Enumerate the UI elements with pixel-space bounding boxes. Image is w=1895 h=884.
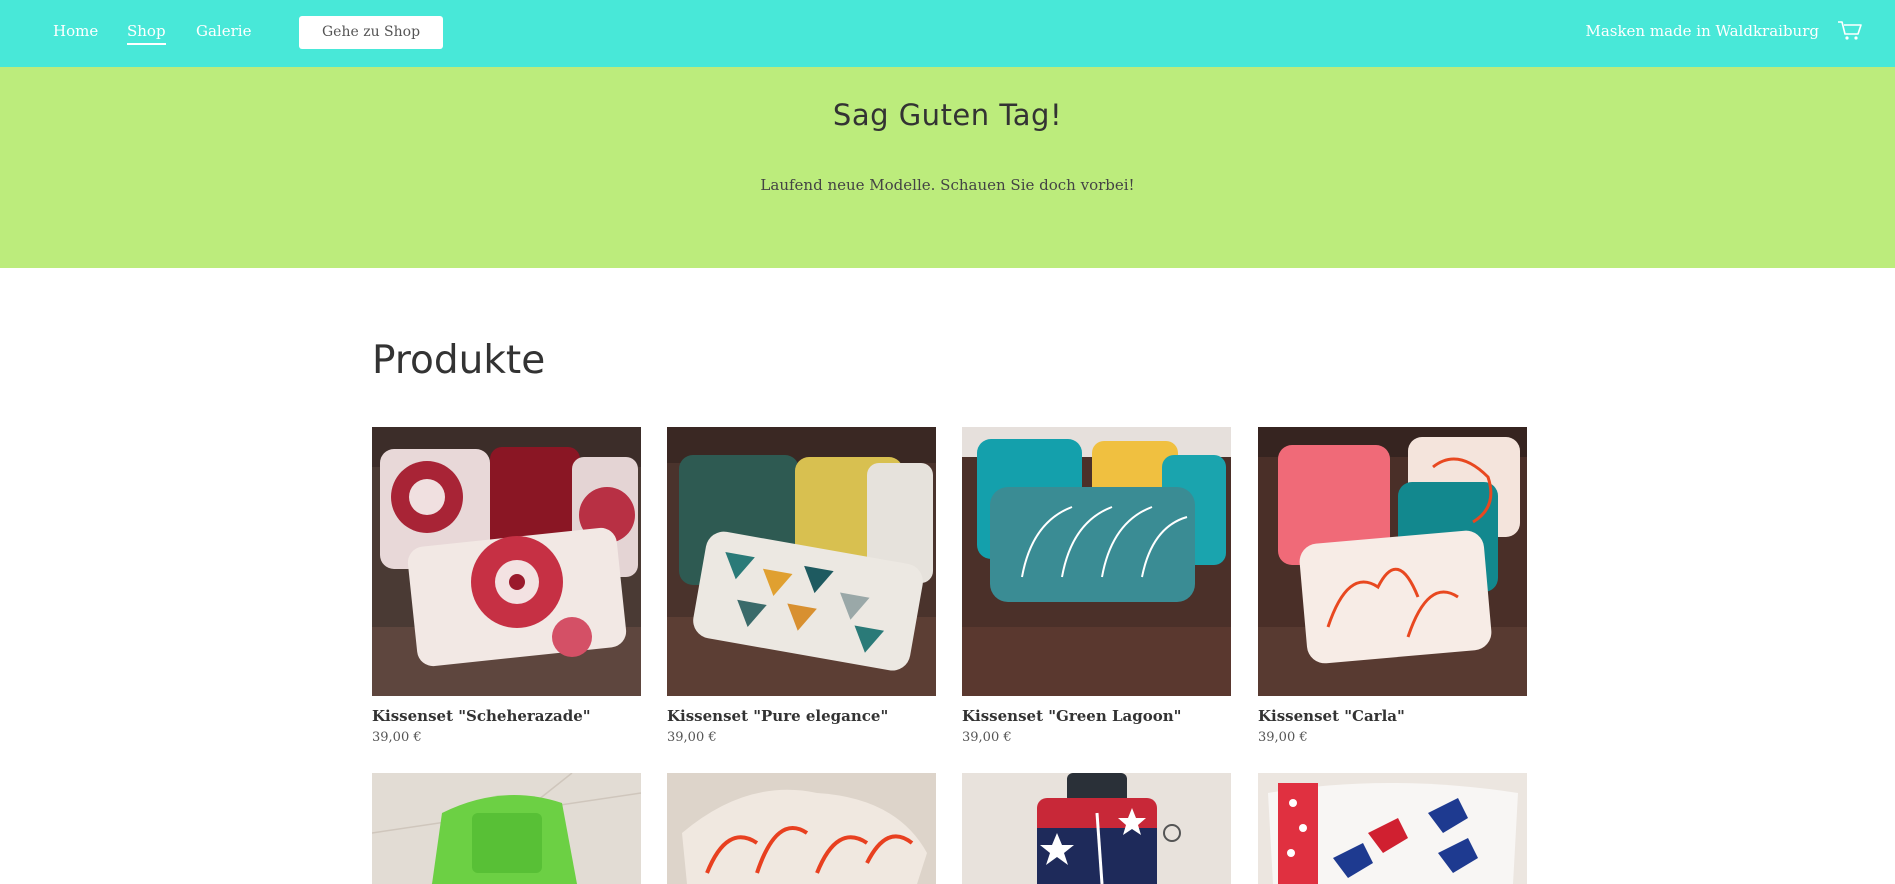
product-card[interactable]: Kissenset "Pure elegance" 39,00 € <box>667 427 936 745</box>
product-card[interactable]: Kissenset "Green Lagoon" 39,00 € <box>962 427 1231 745</box>
product-price: 39,00 € <box>1258 730 1308 745</box>
hero-subtitle: Laufend neue Modelle. Schauen Sie doch v… <box>760 176 1135 194</box>
product-card[interactable] <box>667 773 936 884</box>
product-image[interactable] <box>372 427 641 696</box>
nav-galerie[interactable]: Galerie <box>196 22 251 40</box>
product-price: 39,00 € <box>667 730 717 745</box>
product-card[interactable]: Kissenset "Carla" 39,00 € <box>1258 427 1527 745</box>
product-card[interactable]: Kissenset "Scheherazade" 39,00 € <box>372 427 641 745</box>
products-heading: Produkte <box>372 338 546 383</box>
product-image[interactable] <box>1258 773 1527 884</box>
product-price: 39,00 € <box>372 730 422 745</box>
product-image[interactable] <box>962 773 1231 884</box>
cart-icon[interactable] <box>1837 20 1863 42</box>
go-to-shop-button[interactable]: Gehe zu Shop <box>299 16 443 49</box>
product-image[interactable] <box>667 773 936 884</box>
product-name[interactable]: Kissenset "Scheherazade" <box>372 707 591 725</box>
product-price: 39,00 € <box>962 730 1012 745</box>
product-card[interactable] <box>1258 773 1527 884</box>
product-image[interactable] <box>1258 427 1527 696</box>
hero-title: Sag Guten Tag! <box>832 98 1063 132</box>
product-card[interactable] <box>372 773 641 884</box>
product-card[interactable] <box>962 773 1231 884</box>
product-name[interactable]: Kissenset "Green Lagoon" <box>962 707 1181 725</box>
site-brand[interactable]: Masken made in Waldkraiburg <box>1585 22 1819 40</box>
product-image[interactable] <box>667 427 936 696</box>
product-image[interactable] <box>962 427 1231 696</box>
product-name[interactable]: Kissenset "Carla" <box>1258 707 1405 725</box>
product-name[interactable]: Kissenset "Pure elegance" <box>667 707 888 725</box>
nav-home[interactable]: Home <box>53 22 98 40</box>
top-navbar: Home Shop Galerie Gehe zu Shop Masken ma… <box>0 0 1895 67</box>
product-image[interactable] <box>372 773 641 884</box>
nav-shop[interactable]: Shop <box>127 22 166 45</box>
